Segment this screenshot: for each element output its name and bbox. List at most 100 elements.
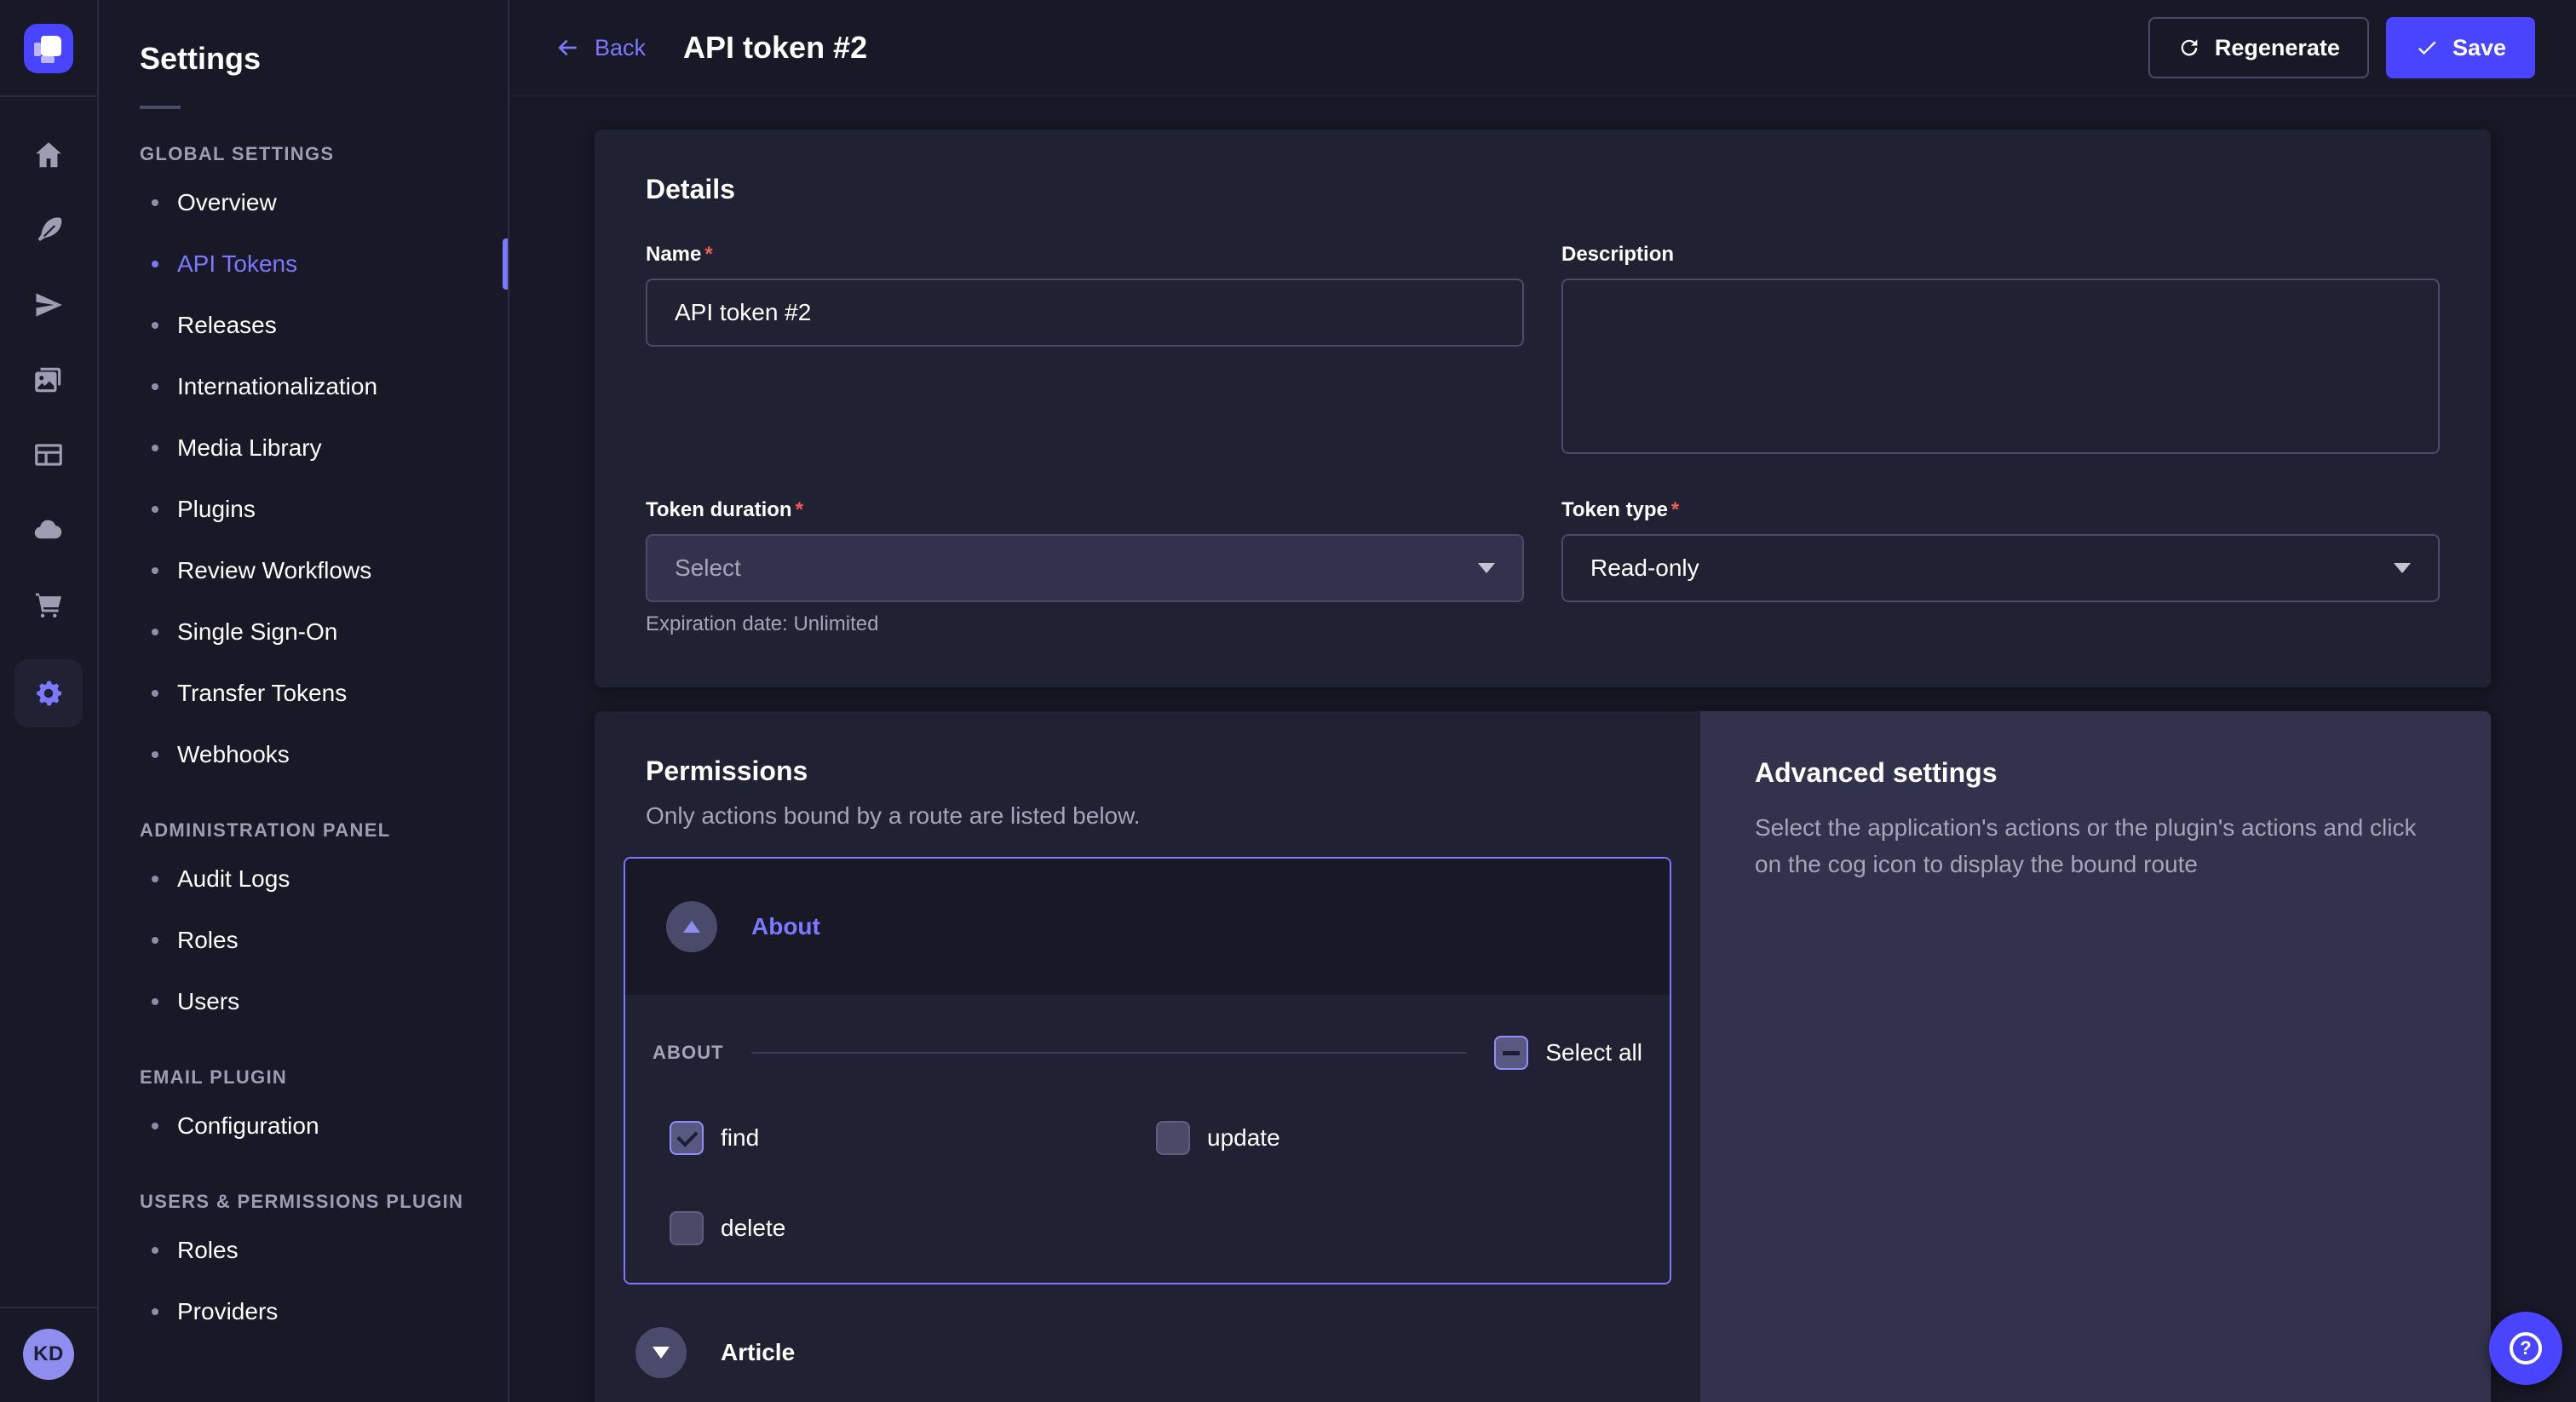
find-checkbox[interactable] (670, 1121, 704, 1155)
title-divider (140, 106, 181, 109)
sidebar-item-media-library[interactable]: Media Library (99, 417, 508, 479)
sidebar-item-plugins[interactable]: Plugins (99, 479, 508, 540)
action-row-update[interactable]: update (1156, 1121, 1642, 1155)
save-button[interactable]: Save (2386, 17, 2535, 78)
strapi-logo[interactable] (24, 24, 73, 73)
regenerate-button[interactable]: Regenerate (2148, 17, 2369, 78)
sidebar-item-releases[interactable]: Releases (99, 295, 508, 356)
bullet-icon (152, 445, 158, 451)
token-type-label: Token type (1561, 498, 1668, 521)
sidebar-item-up-providers[interactable]: Providers (99, 1281, 508, 1342)
media-library-icon[interactable] (14, 359, 83, 400)
section-label-administration-panel: ADMINISTRATION PANEL (99, 819, 508, 842)
update-checkbox[interactable] (1156, 1121, 1190, 1155)
sidebar-item-transfer-tokens[interactable]: Transfer Tokens (99, 663, 508, 724)
strapi-logo-glyph (41, 36, 61, 56)
name-field-group: Name* (646, 243, 1524, 347)
question-mark-icon: ? (2510, 1332, 2542, 1365)
chevron-down-icon (653, 1347, 670, 1359)
description-textarea[interactable] (1561, 279, 2440, 454)
chevron-up-icon (683, 921, 700, 933)
sidebar-item-internationalization[interactable]: Internationalization (99, 356, 508, 417)
sidebar-title: Settings (99, 41, 508, 77)
expand-button[interactable] (635, 1327, 687, 1378)
required-asterisk: * (796, 498, 803, 521)
content-type-builder-icon[interactable] (14, 210, 83, 250)
bullet-icon (152, 937, 158, 944)
bullet-icon (152, 567, 158, 574)
token-type-value: Read-only (1590, 554, 1699, 582)
sidebar-item-admin-roles[interactable]: Roles (99, 910, 508, 971)
marketplace-icon[interactable] (14, 584, 83, 625)
page-title: API token #2 (683, 30, 867, 66)
token-duration-field-group: Token duration* Select Expiration date: … (646, 498, 1524, 636)
sidebar-item-single-sign-on[interactable]: Single Sign-On (99, 601, 508, 663)
find-label: find (721, 1124, 759, 1152)
bullet-icon (152, 998, 158, 1005)
sidebar-item-up-roles[interactable]: Roles (99, 1220, 508, 1281)
arrow-left-icon (554, 34, 581, 61)
select-all-row[interactable]: Select all (1494, 1036, 1642, 1070)
token-type-select[interactable]: Read-only (1561, 534, 2440, 602)
sidebar-item-admin-users[interactable]: Users (99, 971, 508, 1032)
sidebar-item-email-configuration[interactable]: Configuration (99, 1095, 508, 1157)
advanced-settings-panel: Advanced settings Select the application… (1700, 711, 2491, 1402)
update-label: update (1207, 1124, 1280, 1152)
bullet-icon (152, 506, 158, 513)
chevron-down-icon (2394, 563, 2411, 573)
token-duration-select[interactable]: Select (646, 534, 1524, 602)
collapse-button[interactable] (666, 901, 717, 952)
section-label-global-settings: GLOBAL SETTINGS (99, 143, 508, 165)
divider-line (751, 1052, 1468, 1054)
main-content: Back API token #2 Regenerate Save Detail… (509, 0, 2576, 1402)
section-label-users-permissions-plugin: USERS & PERMISSIONS PLUGIN (99, 1191, 508, 1213)
accordion-article-label: Article (721, 1339, 795, 1366)
bullet-icon (152, 261, 158, 267)
about-subcategory-label: ABOUT (653, 1042, 724, 1064)
details-title: Details (646, 174, 2440, 205)
strapi-admin-app: KD Settings GLOBAL SETTINGS Overview API… (0, 0, 2576, 1402)
bullet-icon (152, 629, 158, 635)
cloud-icon[interactable] (14, 509, 83, 550)
bullet-icon (152, 383, 158, 390)
back-button[interactable]: Back (554, 34, 646, 61)
sidebar-item-audit-logs[interactable]: Audit Logs (99, 848, 508, 910)
advanced-settings-description: Select the application's actions or the … (1755, 809, 2436, 883)
settings-icon[interactable] (14, 659, 83, 727)
sidebar-item-webhooks[interactable]: Webhooks (99, 724, 508, 785)
chevron-down-icon (1478, 563, 1495, 573)
home-icon[interactable] (14, 135, 83, 175)
bullet-icon (152, 751, 158, 758)
permissions-card: Permissions Only actions bound by a rout… (595, 711, 2491, 1402)
accordion-about: About ABOUT Select all (624, 857, 1671, 1284)
bullet-icon (152, 876, 158, 882)
accordion-article-header[interactable]: Article (624, 1305, 1671, 1400)
delete-label: delete (721, 1215, 785, 1242)
select-all-label: Select all (1545, 1039, 1642, 1066)
delete-checkbox[interactable] (670, 1211, 704, 1245)
active-indicator (503, 238, 508, 290)
bullet-icon (152, 322, 158, 329)
sidebar-item-review-workflows[interactable]: Review Workflows (99, 540, 508, 601)
refresh-icon (2177, 36, 2201, 60)
token-duration-label: Token duration (646, 498, 792, 521)
token-type-field-group: Token type* Read-only (1561, 498, 2440, 602)
help-button[interactable]: ? (2489, 1312, 2562, 1385)
name-input[interactable] (646, 279, 1524, 347)
token-duration-placeholder: Select (675, 554, 741, 582)
advanced-settings-title: Advanced settings (1755, 757, 2436, 789)
releases-icon[interactable] (14, 284, 83, 325)
select-all-checkbox[interactable] (1494, 1036, 1528, 1070)
content-scroll-area[interactable]: Details Name* Description Token duration… (509, 97, 2576, 1402)
action-row-find[interactable]: find (670, 1121, 1156, 1155)
sidebar-item-api-tokens[interactable]: API Tokens (99, 233, 508, 295)
content-manager-icon[interactable] (14, 434, 83, 475)
permissions-subtitle: Only actions bound by a route are listed… (646, 802, 1649, 830)
accordion-about-header[interactable]: About (625, 859, 1670, 995)
main-nav-rail: KD (0, 0, 99, 1402)
user-avatar[interactable]: KD (23, 1329, 74, 1380)
required-asterisk: * (1671, 498, 1679, 521)
sidebar-item-overview[interactable]: Overview (99, 172, 508, 233)
accordion-about-body: ABOUT Select all find (625, 995, 1670, 1283)
action-row-delete[interactable]: delete (670, 1211, 1156, 1245)
